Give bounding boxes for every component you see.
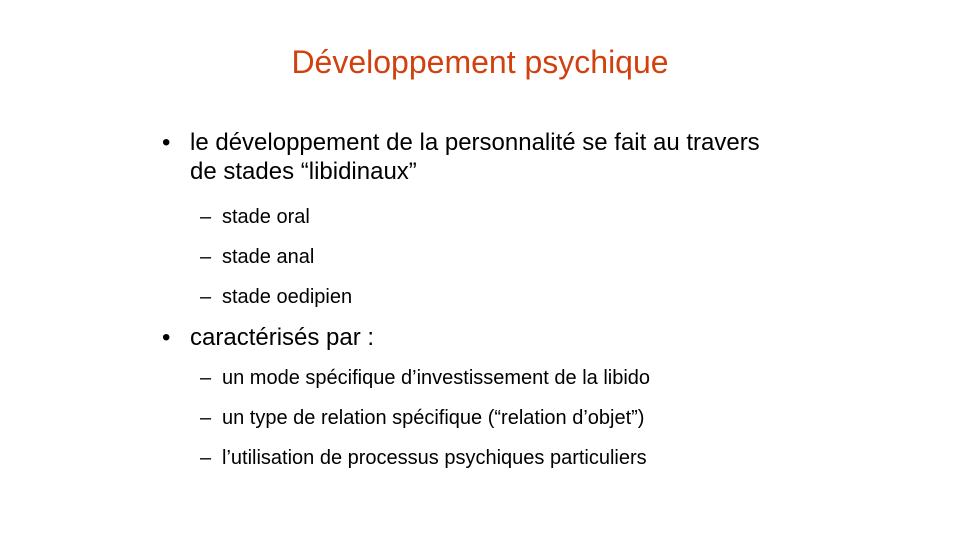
sub-text: un type de relation spécifique (“relatio… <box>222 407 645 429</box>
bullet-text: caractérisés par : <box>190 324 375 351</box>
bullet-item: • le développement de la personnalité se… <box>162 128 782 186</box>
bullet-marker: • <box>162 324 171 351</box>
sub-item: – stade oedipien <box>200 285 800 309</box>
sub-text: l’utilisation de processus psychiques pa… <box>222 447 647 469</box>
sub-text: un mode spécifique d’investissement de l… <box>222 367 651 389</box>
slide-title: Développement psychique <box>291 44 669 80</box>
sub-item: – stade oral <box>200 205 800 229</box>
sub-marker: – <box>200 246 212 268</box>
sub-marker: – <box>200 367 212 389</box>
sub-item: – l’utilisation de processus psychiques … <box>200 446 800 470</box>
sub-text: stade anal <box>222 246 315 268</box>
sub-marker: – <box>200 447 212 469</box>
bullet-text: le développement de la personnalité se f… <box>190 129 760 185</box>
bullet-item: • caractérisés par : <box>162 323 782 352</box>
bullet-marker: • <box>162 129 171 156</box>
sub-item: – stade anal <box>200 245 800 269</box>
sub-item: – un mode spécifique d’investissement de… <box>200 366 800 390</box>
sub-text: stade oedipien <box>222 286 353 308</box>
sub-marker: – <box>200 206 212 228</box>
sub-item: – un type de relation spécifique (“relat… <box>200 406 800 430</box>
sub-text: stade oral <box>222 206 310 228</box>
sub-marker: – <box>200 407 212 429</box>
slide: Développement psychique • le développeme… <box>0 0 960 540</box>
sub-marker: – <box>200 286 212 308</box>
